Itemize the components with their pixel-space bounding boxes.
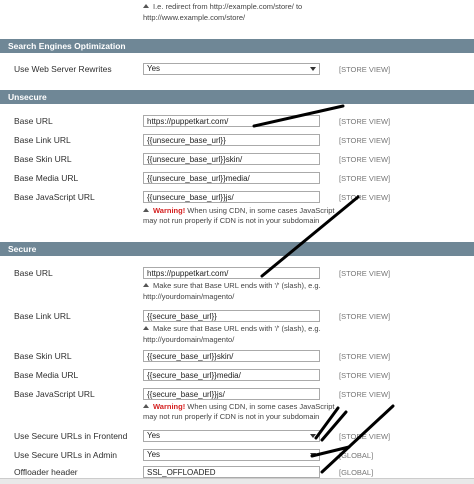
note-triangle-icon [143, 404, 149, 408]
bottom-bar [0, 478, 474, 484]
secure-admin-select[interactable]: Yes [143, 449, 320, 461]
unsecure-base-skin-scope: [STORE VIEW] [339, 155, 391, 164]
unsecure-base-link-scope: [STORE VIEW] [339, 136, 391, 145]
unsecure-base-skin-label: Base Skin URL [14, 154, 72, 164]
secure-frontend-select[interactable]: Yes [143, 430, 320, 442]
rewrites-select[interactable]: Yes [143, 63, 320, 75]
secure-base-media-scope: [STORE VIEW] [339, 371, 391, 380]
redirect-note: I.e. redirect from http://example.com/st… [143, 2, 302, 12]
secure-base-url-note-example: http://yourdomain/magento/ [143, 292, 235, 301]
secure-base-link-note: Make sure that Base URL ends with '/' (s… [143, 324, 321, 334]
unsecure-base-link-label: Base Link URL [14, 135, 71, 145]
secure-base-link-input[interactable] [143, 310, 320, 322]
offloader-input[interactable] [143, 466, 320, 478]
section-header-secure[interactable]: Secure [0, 242, 474, 256]
unsecure-base-media-input[interactable] [143, 172, 320, 184]
unsecure-base-media-scope: [STORE VIEW] [339, 174, 391, 183]
section-header-unsecure[interactable]: Unsecure [0, 90, 474, 104]
section-header-seo[interactable]: Search Engines Optimization [0, 39, 474, 53]
secure-base-js-label: Base JavaScript URL [14, 389, 95, 399]
secure-base-js-input[interactable] [143, 388, 320, 400]
unsecure-base-url-label: Base URL [14, 116, 53, 126]
redirect-note-example: http://www.example.com/store/ [143, 13, 246, 22]
chevron-down-icon [310, 67, 316, 71]
secure-base-url-label: Base URL [14, 268, 53, 278]
secure-base-url-input[interactable] [143, 267, 320, 279]
rewrites-scope: [STORE VIEW] [339, 65, 391, 74]
offloader-scope: [GLOBAL] [339, 468, 374, 477]
secure-js-warning-cont: may not run properly if CDN is not in yo… [143, 412, 320, 421]
secure-base-url-note: Make sure that Base URL ends with '/' (s… [143, 281, 321, 291]
note-triangle-icon [143, 208, 149, 212]
chevron-down-icon [310, 453, 316, 457]
secure-base-media-input[interactable] [143, 369, 320, 381]
secure-base-url-scope: [STORE VIEW] [339, 269, 391, 278]
note-triangle-icon [143, 326, 149, 330]
secure-base-skin-input[interactable] [143, 350, 320, 362]
unsecure-base-url-scope: [STORE VIEW] [339, 117, 391, 126]
unsecure-js-warning: Warning! When using CDN, in some cases J… [143, 206, 334, 216]
secure-js-warning: Warning! When using CDN, in some cases J… [143, 402, 334, 412]
secure-base-js-scope: [STORE VIEW] [339, 390, 391, 399]
unsecure-base-media-label: Base Media URL [14, 173, 79, 183]
secure-base-skin-label: Base Skin URL [14, 351, 72, 361]
offloader-label: Offloader header [14, 467, 78, 477]
unsecure-js-warning-cont: may not run properly if CDN is not in yo… [143, 216, 320, 225]
chevron-down-icon [310, 434, 316, 438]
note-triangle-icon [143, 4, 149, 8]
secure-frontend-label: Use Secure URLs in Frontend [14, 431, 128, 441]
secure-base-skin-scope: [STORE VIEW] [339, 352, 391, 361]
unsecure-base-js-label: Base JavaScript URL [14, 192, 95, 202]
rewrites-label: Use Web Server Rewrites [14, 64, 112, 74]
unsecure-base-link-input[interactable] [143, 134, 320, 146]
secure-base-link-scope: [STORE VIEW] [339, 312, 391, 321]
secure-base-media-label: Base Media URL [14, 370, 79, 380]
secure-admin-scope: [GLOBAL] [339, 451, 374, 460]
note-triangle-icon [143, 283, 149, 287]
unsecure-base-js-scope: [STORE VIEW] [339, 193, 391, 202]
secure-base-link-label: Base Link URL [14, 311, 71, 321]
secure-frontend-scope: [STORE VIEW] [339, 432, 391, 441]
unsecure-base-url-input[interactable] [143, 115, 320, 127]
unsecure-base-js-input[interactable] [143, 191, 320, 203]
secure-admin-label: Use Secure URLs in Admin [14, 450, 117, 460]
secure-base-link-note-example: http://yourdomain/magento/ [143, 335, 235, 344]
unsecure-base-skin-input[interactable] [143, 153, 320, 165]
